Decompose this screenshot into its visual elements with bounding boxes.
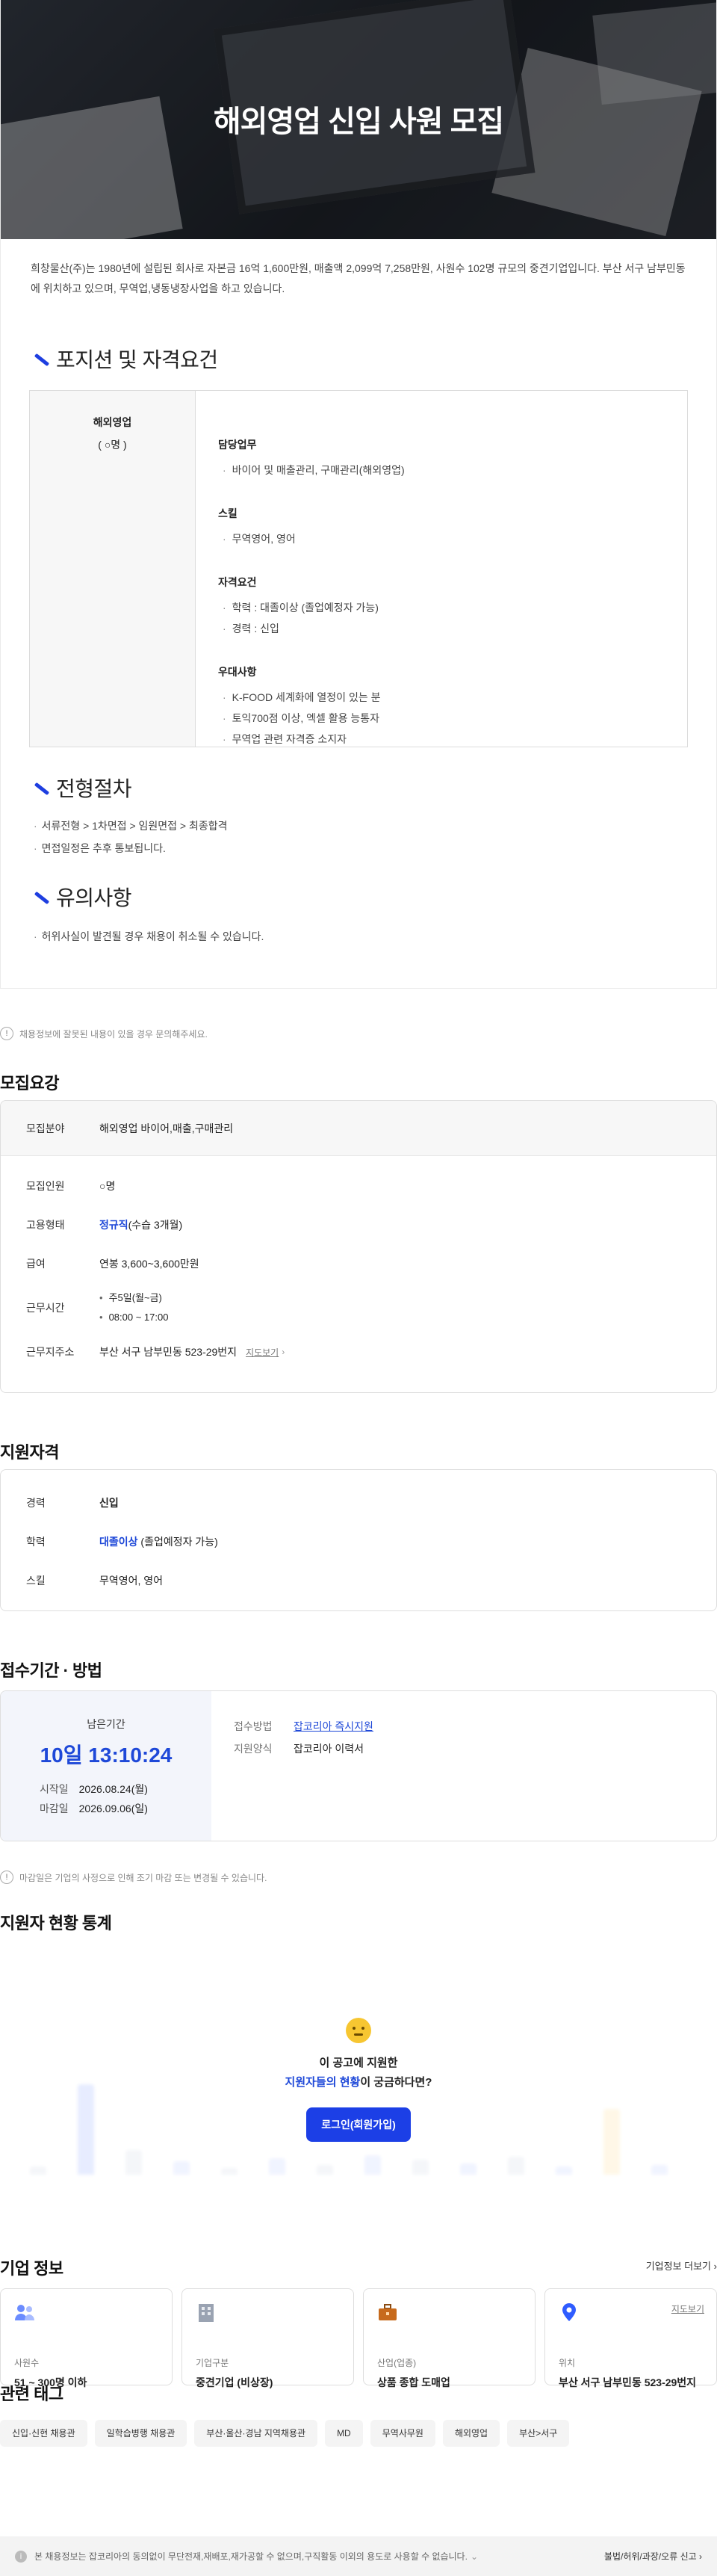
building-icon [199, 2304, 214, 2322]
position-group-item: 토익700점 이상, 엑셀 활용 능통자 [218, 708, 687, 729]
education-row: 학력 대졸이상 (졸업예정자 가능) [26, 1536, 218, 1548]
position-group-item: 무역영어, 영어 [218, 528, 687, 549]
page-title: 해외영업 신입 사원 모집 [213, 105, 504, 138]
position-group-item: 무역업 관련 자격증 소지자 [218, 729, 687, 750]
qualification-box: 경력 신입 학력 대졸이상 (졸업예정자 가능) 스킬 무역영어, 영어 [0, 1469, 717, 1611]
position-group-title: 담당업무 [218, 439, 257, 451]
recruit-type-row: 고용형태 정규직(수습 3개월) [26, 1219, 183, 1231]
apply-box: 남은기간 10일 13:10:24 시작일 2026.08.24(월) 마감일 20… [0, 1690, 717, 1841]
recruit-hours-row: 근무시간 주5일(월~금)08:00 ~ 17:00 [1, 1283, 716, 1332]
process-section-title: 전형절차 [31, 773, 716, 803]
position-group-item: 학력 : 대졸이상 (졸업예정자 가능) [218, 597, 687, 618]
position-group: 스킬무역영어, 영어 [218, 506, 687, 549]
tag-item[interactable]: 부산·울산·경남 지역채용관 [194, 2420, 318, 2447]
position-group: 담당업무바이어 및 매출관리, 구매관리(해외영업) [218, 437, 687, 481]
chevron-down-icon[interactable]: ⌄ [471, 2551, 478, 2562]
caution-item: 허위사실이 발견될 경우 채용이 취소될 수 있습니다. [34, 925, 716, 948]
qualification-title: 지원자격 [0, 1443, 59, 1462]
career-row: 경력 신입 [26, 1497, 119, 1509]
login-button[interactable]: 로그인(회원가입) [306, 2107, 411, 2142]
company-card-location: 지도보기 위치 부산 서구 남부민동 523-29번지 [544, 2288, 717, 2388]
company-cards: 사원수 51 ~ 300명 이하 기업구분 중견기업 (비상장) 산업(업종) … [0, 2288, 717, 2388]
location-map-link[interactable]: 지도보기 [671, 2302, 704, 2315]
caution-section-title: 유의사항 [31, 882, 716, 912]
tag-item[interactable]: 신입·신현 채용관 [0, 2420, 87, 2447]
apply-form-row: 지원양식 잡코리아 이력서 [234, 1743, 364, 1755]
company-card-industry: 산업(업종) 상품 종합 도매업 [363, 2288, 536, 2388]
position-group-item: 바이어 및 매출관리, 구매관리(해외영업) [218, 460, 687, 481]
position-group: 우대사항 K-FOOD 세계화에 열정이 있는 분토익700점 이상, 엑셀 활용… [218, 664, 687, 750]
stats-panel: 이 공고에 지원한 지원자들의 현황이 궁금하다면? 로그인(회원가입) [0, 1950, 717, 2205]
briefcase-icon [379, 2304, 397, 2320]
position-group: 자격요건학력 : 대졸이상 (졸업예정자 가능)경력 : 신입 [218, 575, 687, 639]
chevron-right-icon: › [282, 1347, 285, 1357]
position-group-title: 자격요건 [218, 576, 257, 588]
company-title: 기업 정보 [0, 2259, 63, 2278]
position-group-title: 스킬 [218, 507, 238, 519]
position-name: 해외영업 [93, 416, 132, 428]
position-group-item: 경력 : 신입 [218, 618, 687, 639]
tag-item[interactable]: 무역사무원 [370, 2420, 435, 2447]
info-icon: ! [0, 1027, 13, 1040]
company-card-type: 기업구분 중견기업 (비상장) [181, 2288, 354, 2388]
pin-icon [562, 2303, 576, 2321]
skill-row: 스킬 무역영어, 영어 [26, 1575, 164, 1587]
recruit-headcount-row: 모집인원 ○명 [26, 1180, 116, 1192]
apply-note: ! 마감일은 기업의 사정으로 인해 조기 마감 또는 변경될 수 있습니다. [0, 1870, 267, 1885]
position-group-title: 우대사항 [218, 666, 257, 678]
caution-list: 허위사실이 발견될 경우 채용이 취소될 수 있습니다. [1, 925, 716, 988]
copyright-notice: i 본 채용정보는 잡코리아의 동의없이 무단전재,재배포,재가공할 수 없으며… [0, 2536, 717, 2576]
slash-icon [31, 778, 47, 797]
apply-now-link[interactable]: 잡코리아 즉시지원 [294, 1720, 373, 1732]
tag-item[interactable]: 해외영업 [442, 2420, 500, 2447]
tags-title: 관련 태그 [0, 2385, 63, 2403]
stats-title: 지원자 현황 통계 [0, 1914, 112, 1933]
countdown-timer: 10일 13:10:24 [40, 1743, 173, 1767]
process-item: 서류전형 > 1차면접 > 임원면접 > 최종합격 [34, 815, 716, 837]
company-more-link[interactable]: 기업정보 더보기 › [646, 2258, 717, 2273]
recruit-salary-row: 급여 연봉 3,600~3,600만원 [26, 1258, 199, 1270]
tag-item[interactable]: MD [325, 2420, 363, 2447]
hours-item: 주5일(월~금) [99, 1288, 168, 1308]
info-icon: ! [0, 1871, 13, 1884]
slash-icon [31, 887, 47, 906]
countdown-panel: 남은기간 10일 13:10:24 시작일 2026.08.24(월) 마감일 20… [1, 1691, 211, 1841]
apply-method-row: 접수방법 잡코리아 즉시지원 [234, 1720, 373, 1732]
recruit-box: 모집분야 해외영업 바이어,매출,구매관리 모집인원 ○명 고용형태 정규직(수… [0, 1100, 717, 1393]
report-error-link[interactable]: 불법/허위/과장/오류 신고 › [604, 2550, 702, 2563]
people-icon [15, 2305, 34, 2320]
position-section-title: 포지션 및 자격요건 [31, 344, 716, 374]
tag-list: 신입·신현 채용관 일학습병행 채용관 부산·울산·경남 지역채용관 MD 무역사무원 해… [0, 2420, 570, 2447]
process-list: 서류전형 > 1차면접 > 임원면접 > 최종합격면접일정은 추후 통보됩니다. [1, 815, 716, 859]
recruit-field-row: 모집분야 해외영업 바이어,매출,구매관리 [1, 1101, 716, 1156]
position-count: ( ○명 ) [98, 439, 127, 451]
start-date: 시작일 2026.08.24(월) [40, 1783, 148, 1795]
position-group-item: K-FOOD 세계화에 열정이 있는 분 [218, 687, 687, 708]
company-intro: 희창물산(주)는 1980년에 설립된 회사로 자본금 16억 1,600만원,… [31, 262, 686, 294]
position-table: 해외영업 ( ○명 ) 담당업무바이어 및 매출관리, 구매관리(해외영업) 스킬… [29, 390, 688, 747]
hero-banner: 해외영업 신입 사원 모집 [1, 0, 716, 239]
slash-icon [31, 349, 47, 368]
thinking-face-icon [346, 2018, 371, 2043]
end-date: 마감일 2026.09.06(일) [40, 1803, 148, 1814]
recruit-title: 모집요강 [0, 1074, 59, 1093]
process-item: 면접일정은 추후 통보됩니다. [34, 837, 716, 859]
info-icon: i [15, 2550, 27, 2563]
apply-title: 접수기간 · 방법 [0, 1661, 102, 1680]
hours-item: 08:00 ~ 17:00 [99, 1308, 169, 1327]
position-details: 담당업무바이어 및 매출관리, 구매관리(해외영업) 스킬무역영어, 영어자격요건… [196, 391, 687, 747]
chevron-right-icon: › [713, 2261, 717, 2272]
recruit-location-row: 근무지주소 부산 서구 남부민동 523-29번지 지도보기 › [26, 1346, 285, 1359]
tag-item[interactable]: 일학습병행 채용관 [94, 2420, 187, 2447]
report-link[interactable]: ! 채용정보에 잘못된 내용이 있을 경우 문의해주세요. [0, 1026, 208, 1041]
company-card-employees: 사원수 51 ~ 300명 이하 [0, 2288, 173, 2388]
map-link[interactable]: 지도보기 [246, 1346, 279, 1359]
job-posting: 해외영업 신입 사원 모집 희창물산(주)는 1980년에 설립된 회사로 자본… [0, 0, 717, 989]
tag-item[interactable]: 부산>서구 [507, 2420, 570, 2447]
